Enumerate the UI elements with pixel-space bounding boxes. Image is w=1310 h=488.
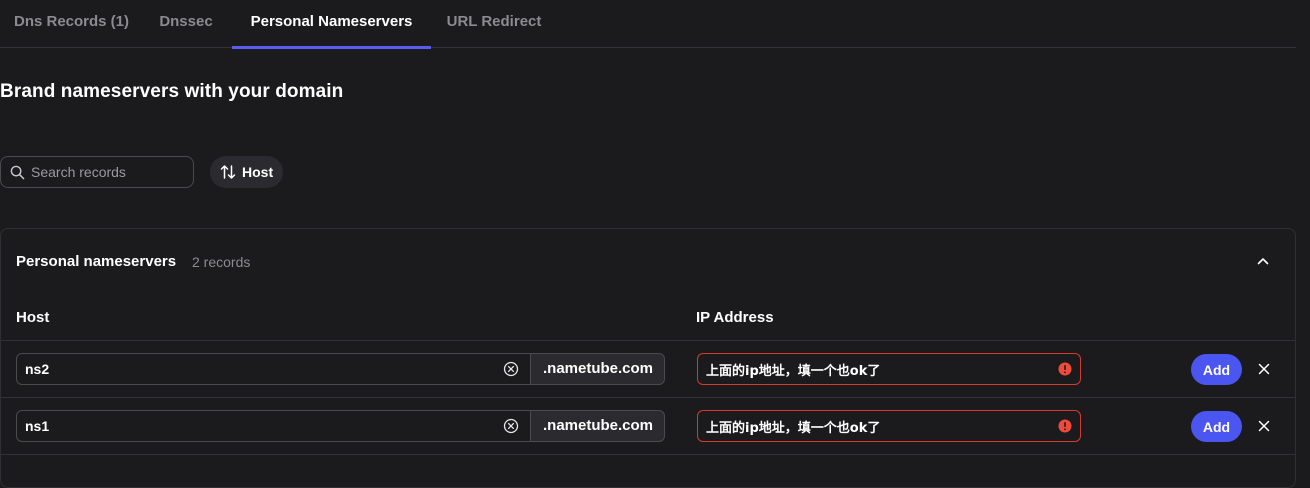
column-header-host: Host bbox=[16, 309, 50, 326]
tab-bar: Dns Records (1) Dnssec Personal Nameserv… bbox=[0, 0, 1296, 49]
ip-input[interactable] bbox=[706, 359, 1046, 379]
clear-icon[interactable] bbox=[503, 361, 519, 377]
domain-suffix: .nametube.com bbox=[530, 410, 665, 442]
host-input[interactable] bbox=[25, 416, 495, 436]
domain-suffix: .nametube.com bbox=[530, 353, 665, 385]
tab-personal-nameservers[interactable]: Personal Nameservers bbox=[232, 0, 431, 49]
nameserver-row: .nametube.com Add bbox=[1, 398, 1295, 455]
chevron-up-icon[interactable] bbox=[1253, 251, 1273, 271]
error-icon bbox=[1058, 362, 1072, 376]
ip-field[interactable] bbox=[697, 410, 1081, 442]
tab-dnssec[interactable]: Dnssec bbox=[143, 0, 229, 48]
add-button[interactable]: Add bbox=[1191, 411, 1242, 442]
nameserver-row: .nametube.com Add bbox=[1, 341, 1295, 398]
ip-field[interactable] bbox=[697, 353, 1081, 385]
tab-url-redirect[interactable]: URL Redirect bbox=[431, 0, 557, 48]
ip-input[interactable] bbox=[706, 416, 1046, 436]
error-icon bbox=[1058, 419, 1072, 433]
host-field[interactable] bbox=[16, 410, 531, 442]
panel-title: Personal nameservers bbox=[16, 253, 177, 270]
search-input[interactable] bbox=[31, 161, 189, 183]
add-button[interactable]: Add bbox=[1191, 354, 1242, 385]
column-header-ip: IP Address bbox=[696, 309, 774, 326]
search-box[interactable] bbox=[0, 156, 194, 188]
page-title: Brand nameservers with your domain bbox=[0, 81, 344, 102]
close-icon[interactable] bbox=[1257, 419, 1271, 433]
sort-label: Host bbox=[242, 164, 274, 180]
sort-arrows-icon bbox=[220, 165, 236, 179]
clear-icon[interactable] bbox=[503, 418, 519, 434]
host-field[interactable] bbox=[16, 353, 531, 385]
divider bbox=[1, 454, 1295, 455]
close-icon[interactable] bbox=[1257, 362, 1271, 376]
nameservers-panel: Personal nameservers 2 records Host IP A… bbox=[0, 228, 1296, 488]
host-input[interactable] bbox=[25, 359, 495, 379]
sort-host-button[interactable]: Host bbox=[210, 156, 283, 188]
record-count: 2 records bbox=[192, 254, 251, 270]
search-icon bbox=[10, 165, 25, 180]
tab-dns-records[interactable]: Dns Records (1) bbox=[0, 0, 143, 48]
